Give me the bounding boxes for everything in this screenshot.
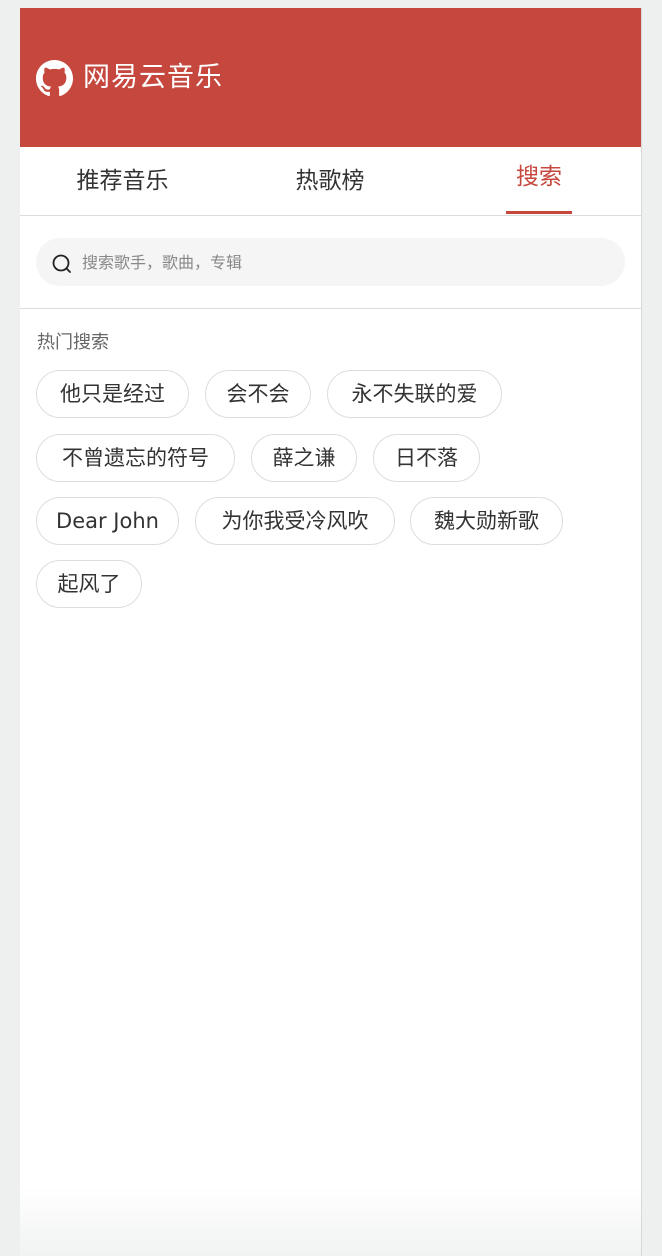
tab-hot-songs[interactable]: 热歌榜 [278, 147, 382, 215]
hot-search-tag[interactable]: 他只是经过 [36, 370, 189, 418]
app-header: 网易云音乐 [20, 8, 641, 147]
search-section [20, 216, 641, 309]
active-tab-indicator [506, 211, 572, 214]
hot-search-tag[interactable]: 薛之谦 [251, 434, 357, 482]
search-input[interactable] [82, 238, 602, 286]
hot-search-tag[interactable]: 为你我受冷风吹 [195, 497, 395, 545]
tab-bar: 推荐音乐 热歌榜 搜索 [20, 147, 641, 216]
tab-recommended-music[interactable]: 推荐音乐 [60, 147, 185, 215]
hot-search-tag[interactable]: 日不落 [373, 434, 480, 482]
hot-search-title: 热门搜索 [37, 332, 109, 353]
hot-search-tag[interactable]: 会不会 [205, 370, 311, 418]
search-icon [50, 252, 74, 276]
app-screen: 网易云音乐 推荐音乐 热歌榜 搜索 热门搜索 他只是经过 会不会 永不失联的爱 … [20, 8, 641, 1256]
screen-edge [641, 8, 642, 1256]
bottom-fade [20, 1188, 641, 1256]
tab-search[interactable]: 搜索 [506, 143, 572, 211]
hot-search-tag[interactable]: 不曾遗忘的符号 [36, 434, 235, 482]
app-title: 网易云音乐 [83, 62, 223, 93]
hot-search-tag[interactable]: 起风了 [36, 560, 142, 608]
search-bar[interactable] [36, 238, 625, 286]
hot-search-tag[interactable]: 魏大勋新歌 [410, 497, 563, 545]
hot-search-tag[interactable]: 永不失联的爱 [327, 370, 502, 418]
hot-search-tag[interactable]: Dear John [36, 497, 179, 545]
github-icon[interactable] [36, 60, 73, 97]
